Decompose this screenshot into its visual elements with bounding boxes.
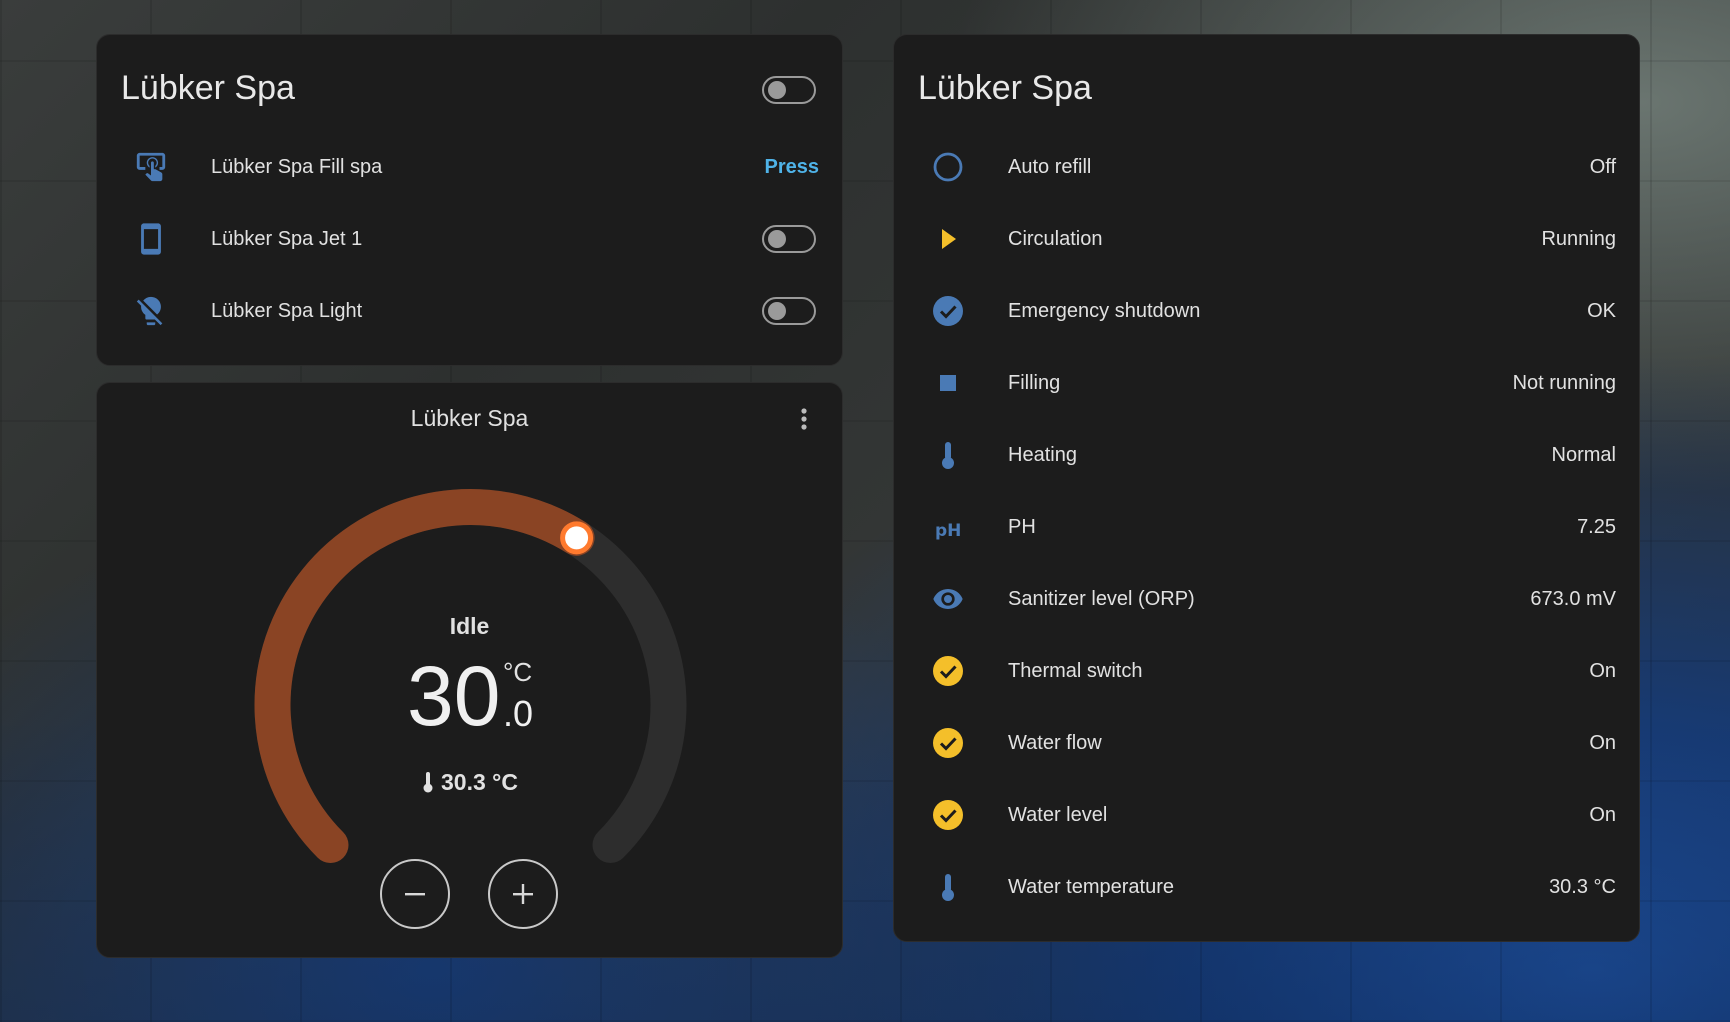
target-decimal: .0 [503, 693, 534, 734]
sensors-card: Lübker Spa Auto refill Off Circulation Runn… [893, 34, 1640, 942]
play-icon [924, 215, 972, 263]
sensor-value: On [1589, 731, 1616, 754]
entity-row-light: Lübker Spa Light [127, 281, 819, 341]
sensor-label: Sanitizer level (ORP) [1008, 587, 1195, 610]
sensor-label: Emergency shutdown [1008, 299, 1201, 322]
sensor-value: OK [1587, 299, 1616, 322]
decrease-button[interactable] [380, 859, 450, 929]
check-circle-icon [924, 791, 972, 839]
sensor-row-water-level[interactable]: Water level On [924, 785, 1616, 845]
current-temperature: 30.3 °C [97, 769, 842, 799]
thermostat-card: Lübker Spa Idle 30 °C .0 30.3 °C [96, 382, 843, 958]
sensor-row-water-temperature[interactable]: Water temperature 30.3 °C [924, 857, 1616, 917]
sensor-value: Not running [1512, 371, 1616, 394]
sensor-row-emergency-shutdown[interactable]: Emergency shutdown OK [924, 281, 1616, 341]
sensor-label: Water level [1008, 803, 1108, 826]
sensor-row-filling[interactable]: Filling Not running [924, 353, 1616, 413]
sensor-label: Water flow [1008, 731, 1102, 754]
sensor-value: On [1589, 803, 1616, 826]
current-temperature-value: 30.3 °C [441, 769, 518, 795]
target-unit: °C [503, 657, 533, 687]
card-title: Lübker Spa [121, 69, 295, 107]
press-button[interactable]: Press [765, 156, 820, 179]
lightbulb-off-icon [127, 287, 175, 335]
sensor-label: Auto refill [1008, 155, 1092, 178]
sensor-label: Filling [1008, 371, 1061, 394]
sensor-row-heating[interactable]: Heating Normal [924, 425, 1616, 485]
entity-row-jet-1: Lübker Spa Jet 1 [127, 209, 819, 269]
circle-outline-icon [924, 143, 972, 191]
sensor-value: On [1589, 659, 1616, 682]
entity-label: Lübker Spa Light [211, 299, 363, 322]
sensor-row-circulation[interactable]: Circulation Running [924, 209, 1616, 269]
eye-icon [924, 575, 972, 623]
card-title: Lübker Spa [918, 69, 1092, 107]
sensor-value: Off [1589, 155, 1616, 178]
thermometer-icon [421, 771, 435, 799]
entity-row-fill-spa: Lübker Spa Fill spa Press [127, 137, 819, 197]
check-circle-icon [924, 647, 972, 695]
target-whole: 30 [407, 649, 501, 743]
hvac-status: Idle [449, 613, 490, 639]
sensor-label: Circulation [1008, 227, 1103, 250]
sensor-row-sanitizer-level-orp[interactable]: Sanitizer level (ORP) 673.0 mV [924, 569, 1616, 629]
dial-knob [560, 521, 594, 555]
sensor-row-auto-refill[interactable]: Auto refill Off [924, 137, 1616, 197]
check-circle-icon [924, 719, 972, 767]
svg-text:pH: pH [935, 521, 961, 541]
sensor-label: Water temperature [1008, 875, 1174, 898]
sensor-row-ph[interactable]: pH PH 7.25 [924, 497, 1616, 557]
minus-icon [405, 893, 425, 896]
entities-card: Lübker Spa Lübker Spa Fill spa Press Lüb… [96, 34, 843, 366]
ph-icon: pH [924, 503, 972, 551]
gesture-tap-button-icon [127, 143, 175, 191]
jet-1-toggle[interactable] [762, 225, 816, 253]
thermometer-icon [924, 431, 972, 479]
thermometer-icon [924, 863, 972, 911]
sensor-value: 7.25 [1577, 515, 1616, 538]
entity-label: Lübker Spa Jet 1 [211, 227, 363, 250]
entity-label: Lübker Spa Fill spa [211, 155, 383, 178]
sensor-row-thermal-switch[interactable]: Thermal switch On [924, 641, 1616, 701]
increase-button[interactable] [488, 859, 558, 929]
sensor-label: Heating [1008, 443, 1077, 466]
sensor-row-water-flow[interactable]: Water flow On [924, 713, 1616, 773]
sensor-value: Running [1541, 227, 1616, 250]
plus-icon [513, 884, 533, 904]
main-toggle[interactable] [762, 76, 816, 104]
check-circle-icon [924, 287, 972, 335]
stop-icon [924, 359, 972, 407]
sensor-value: 673.0 mV [1530, 587, 1616, 610]
target-temperature: 30 °C .0 [407, 651, 557, 741]
cellphone-icon [127, 215, 175, 263]
sensor-value: 30.3 °C [1549, 875, 1616, 898]
light-toggle[interactable] [762, 297, 816, 325]
sensor-label: Thermal switch [1008, 659, 1143, 682]
sensor-value: Normal [1551, 443, 1616, 466]
sensor-label: PH [1008, 515, 1036, 538]
